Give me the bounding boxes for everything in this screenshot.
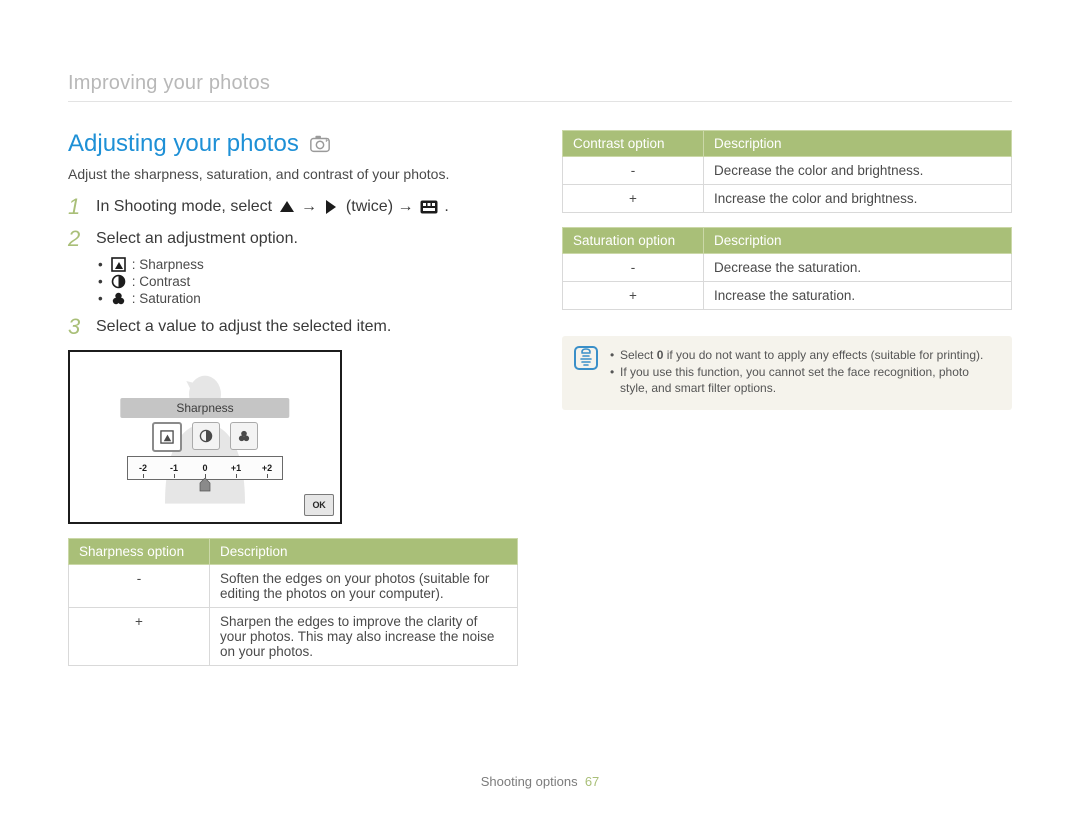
table-cell-val: Decrease the saturation. — [704, 254, 1012, 282]
table-cell-key: + — [563, 282, 704, 310]
preview-icon-row — [152, 422, 258, 452]
table-cell-key: - — [563, 157, 704, 185]
note-list: Select 0 if you do not want to apply any… — [610, 346, 998, 398]
note-item: Select 0 if you do not want to apply any… — [610, 347, 998, 363]
svg-text:P: P — [325, 138, 329, 144]
table-cell-key: - — [69, 565, 210, 608]
step-3: 3 Select a value to adjust the selected … — [68, 316, 518, 338]
note1-pre: Select — [620, 348, 657, 362]
step-text: In Shooting mode, select → (twice) → . — [96, 196, 449, 218]
step-text: Select an adjustment option. — [96, 228, 298, 250]
table-cell-val: Sharpen the edges to improve the clarity… — [210, 608, 518, 666]
ok-button: OK — [304, 494, 334, 516]
step1-end: . — [444, 198, 448, 215]
table-row: + Increase the color and brightness. — [563, 185, 1012, 213]
scale-tick: +1 — [227, 463, 245, 473]
step1-arrow1: → — [301, 198, 321, 215]
content-columns: Adjusting your photos P Adjust the sharp… — [68, 130, 1012, 666]
right-column: Contrast option Description - Decrease t… — [562, 130, 1012, 666]
step1-twice: (twice) → — [346, 198, 418, 215]
sharpness-table: Sharpness option Description - Soften th… — [68, 538, 518, 666]
footer-label: Shooting options — [481, 774, 578, 789]
step-number: 1 — [68, 196, 86, 218]
left-column: Adjusting your photos P Adjust the sharp… — [68, 130, 518, 666]
adjustment-bullet-list: : Sharpness : Contrast : Saturation — [98, 257, 518, 306]
table-header: Description — [704, 228, 1012, 254]
preview-sharpness-tile — [152, 422, 182, 452]
bullet-label: : Contrast — [132, 274, 191, 289]
scale-tick: -2 — [134, 463, 152, 473]
camera-screen-preview: Sharpness -2 -1 0 — [68, 350, 342, 524]
title-row: Adjusting your photos P — [68, 130, 518, 158]
note1-post: if you do not want to apply any effects … — [663, 348, 983, 362]
note-box: Select 0 if you do not want to apply any… — [562, 336, 1012, 410]
table-cell-val: Decrease the color and brightness. — [704, 157, 1012, 185]
table-cell-val: Increase the color and brightness. — [704, 185, 1012, 213]
info-icon — [574, 346, 598, 370]
breadcrumb: Improving your photos — [68, 72, 1012, 102]
table-row: - Soften the edges on your photos (suita… — [69, 565, 518, 608]
saturation-icon — [111, 291, 126, 306]
step-1: 1 In Shooting mode, select → (twice) → . — [68, 196, 518, 218]
table-row: + Increase the saturation. — [563, 282, 1012, 310]
preview-saturation-tile — [230, 422, 258, 450]
bullet-sharpness: : Sharpness — [98, 257, 518, 272]
table-row: - Decrease the color and brightness. — [563, 157, 1012, 185]
note-item: If you use this function, you cannot set… — [610, 364, 998, 396]
scale-tick: 0 — [196, 463, 214, 473]
camera-mode-icon: P — [309, 133, 331, 155]
step1-pre: In Shooting mode, select — [96, 198, 277, 215]
footer-page-number: 67 — [585, 774, 599, 789]
table-header: Contrast option — [563, 131, 704, 157]
section-title: Adjusting your photos — [68, 130, 299, 158]
preview-scale: -2 -1 0 +1 +2 — [127, 456, 283, 480]
table-cell-key: - — [563, 254, 704, 282]
table-row: + Sharpen the edges to improve the clari… — [69, 608, 518, 666]
step-2: 2 Select an adjustment option. — [68, 228, 518, 250]
bullet-label: : Saturation — [132, 291, 201, 306]
step-number: 3 — [68, 316, 86, 338]
preview-label: Sharpness — [120, 398, 289, 418]
scale-tick: +2 — [258, 463, 276, 473]
table-header: Sharpness option — [69, 539, 210, 565]
scale-tick: -1 — [165, 463, 183, 473]
step-number: 2 — [68, 228, 86, 250]
table-cell-val: Soften the edges on your photos (suitabl… — [210, 565, 518, 608]
lead-text: Adjust the sharpness, saturation, and co… — [68, 166, 518, 182]
manual-page: Improving your photos Adjusting your pho… — [0, 0, 1080, 815]
contrast-table: Contrast option Description - Decrease t… — [562, 130, 1012, 213]
bullet-saturation: : Saturation — [98, 291, 518, 306]
table-header: Description — [704, 131, 1012, 157]
table-cell-key: + — [563, 185, 704, 213]
saturation-table: Saturation option Description - Decrease… — [562, 227, 1012, 310]
table-header: Description — [210, 539, 518, 565]
scale-pointer-icon — [198, 478, 212, 492]
bullet-label: : Sharpness — [132, 257, 204, 272]
table-cell-key: + — [69, 608, 210, 666]
page-footer: Shooting options 67 — [0, 774, 1080, 789]
table-header: Saturation option — [563, 228, 704, 254]
contrast-icon — [111, 274, 126, 289]
up-triangle-icon — [279, 199, 295, 215]
bullet-contrast: : Contrast — [98, 274, 518, 289]
table-row: - Decrease the saturation. — [563, 254, 1012, 282]
adjust-palette-icon — [420, 200, 438, 214]
sharpness-icon — [111, 257, 126, 272]
scale-line: -2 -1 0 +1 +2 — [127, 456, 283, 480]
right-chevron-icon — [323, 199, 339, 215]
step-text: Select a value to adjust the selected it… — [96, 316, 391, 338]
preview-contrast-tile — [192, 422, 220, 450]
table-cell-val: Increase the saturation. — [704, 282, 1012, 310]
